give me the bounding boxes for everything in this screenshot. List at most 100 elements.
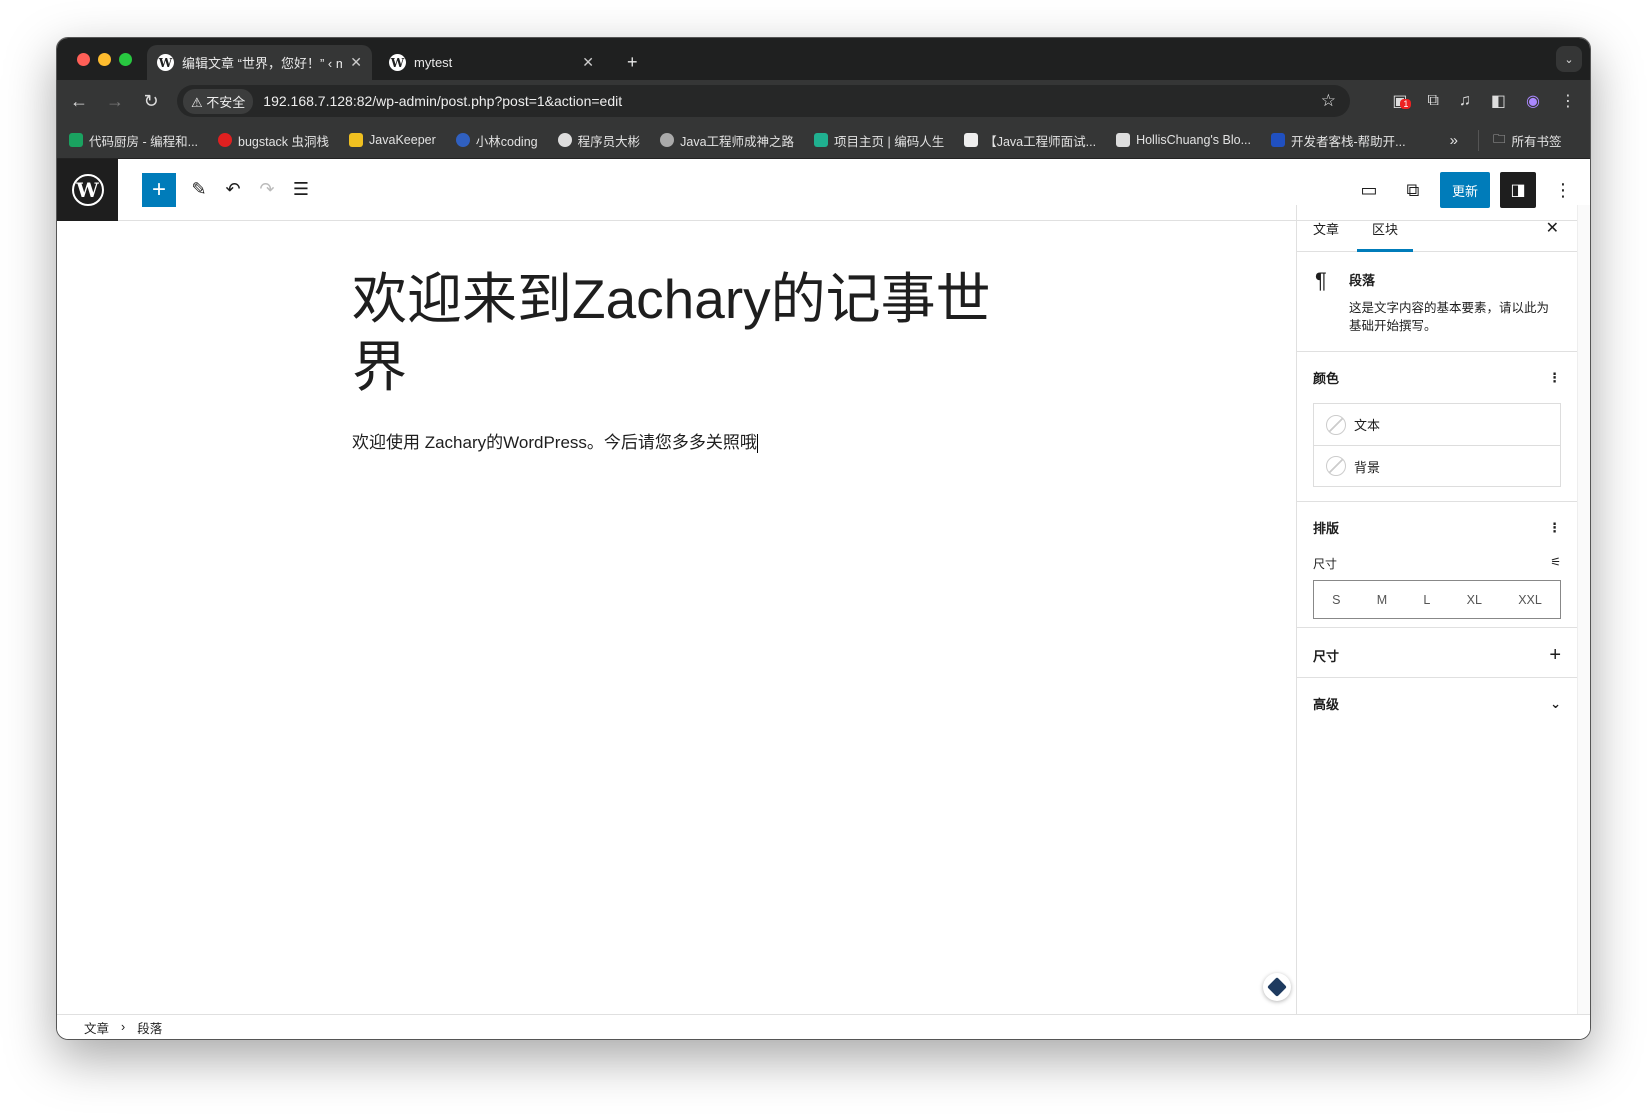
bookmarks-bar: 代码厨房 - 编程和... bugstack 虫洞栈 JavaKeeper 小林…: [57, 122, 1590, 159]
sidebar-scrollbar[interactable]: [1577, 205, 1590, 1039]
typography-panel: 排版 ⋮ 尺寸 ⚟ S M L XL XXL: [1297, 502, 1577, 628]
bookmark-favicon-icon: [1116, 133, 1131, 147]
bookmark-item[interactable]: 小林coding: [455, 131, 538, 150]
background-color-item[interactable]: 背景: [1314, 445, 1560, 486]
settings-sidebar-toggle[interactable]: ◨: [1500, 172, 1536, 208]
font-size-label: 尺寸: [1313, 557, 1338, 571]
minimize-window-button[interactable]: [98, 53, 111, 66]
tab-title: mytest: [414, 55, 453, 70]
address-bar[interactable]: ⚠ 不安全 192.168.7.128:82/wp-admin/post.php…: [177, 85, 1350, 117]
tab-post[interactable]: 文章: [1313, 205, 1339, 252]
tab-mytest[interactable]: W mytest ✕: [379, 45, 604, 80]
add-block-button[interactable]: +: [142, 172, 176, 207]
tab-search-chevron-icon[interactable]: ⌄: [1556, 46, 1582, 72]
advanced-panel[interactable]: 高级 ⌄: [1297, 678, 1577, 728]
back-icon[interactable]: ←: [61, 91, 97, 112]
bookmark-item[interactable]: Java工程师成神之路: [660, 131, 794, 150]
bookmark-favicon-icon: [660, 133, 675, 147]
bookmark-item[interactable]: HollisChuang's Blo...: [1116, 133, 1251, 147]
tab-title: 编辑文章 “世界，您好！” ‹ my: [182, 56, 342, 71]
color-panel: 颜色 ⋮ 文本 背景: [1297, 352, 1577, 502]
size-option-m[interactable]: M: [1377, 593, 1387, 607]
chevron-down-icon[interactable]: ⌄: [1550, 696, 1561, 712]
bookmark-star-icon[interactable]: ☆: [1321, 91, 1336, 111]
breadcrumb-post[interactable]: 文章: [84, 1018, 109, 1037]
bookmark-label: 代码厨房 - 编程和...: [89, 134, 199, 149]
typography-heading: 排版: [1313, 521, 1340, 536]
size-option-xl[interactable]: XL: [1467, 593, 1482, 607]
tab-edit-post[interactable]: W 编辑文章 “世界，您好！” ‹ my ✕: [147, 45, 372, 80]
profile-avatar[interactable]: ◉: [1526, 91, 1540, 111]
maximize-window-button[interactable]: [119, 53, 132, 66]
security-indicator[interactable]: ⚠ 不安全: [183, 88, 254, 114]
reload-icon[interactable]: ↻: [133, 91, 169, 112]
all-bookmarks-button[interactable]: 🗀 所有书签: [1477, 129, 1561, 151]
bookmark-favicon-icon: [557, 133, 572, 147]
advanced-heading: 高级: [1313, 697, 1340, 712]
paragraph-block[interactable]: 欢迎使用 Zachary的WordPress。今后请您多多关照哦: [352, 428, 758, 454]
view-post-external-icon[interactable]: ⧉: [1396, 173, 1430, 207]
redo-icon[interactable]: ↷: [250, 173, 284, 207]
color-options-icon[interactable]: ⋮: [1548, 370, 1561, 386]
typography-options-icon[interactable]: ⋮: [1548, 520, 1561, 536]
bookmark-item[interactable]: bugstack 虫洞栈: [218, 131, 329, 150]
more-bookmarks-button[interactable]: »: [1450, 132, 1458, 149]
extensions-puzzle-icon[interactable]: ⧉: [1427, 92, 1438, 110]
browser-menu-icon[interactable]: ⋮: [1560, 91, 1576, 111]
color-item-label: 背景: [1354, 459, 1381, 475]
text-color-item[interactable]: 文本: [1314, 404, 1560, 445]
close-tab-icon[interactable]: ✕: [582, 54, 594, 71]
forward-icon[interactable]: →: [97, 91, 133, 112]
paragraph-icon: ¶: [1315, 268, 1327, 293]
tools-pencil-icon[interactable]: ✎: [182, 173, 216, 207]
bookmark-item[interactable]: 程序员大彬: [557, 131, 640, 150]
paragraph-text: 欢迎使用 Zachary的WordPress。今后请您多多关照哦: [352, 433, 757, 452]
window-controls: [77, 53, 132, 66]
wordpress-icon: W: [389, 54, 406, 71]
custom-size-sliders-icon[interactable]: ⚟: [1550, 555, 1561, 572]
chevron-right-icon: ›: [121, 1020, 126, 1034]
color-swatch-icon: [1326, 414, 1346, 435]
color-swatch-icon: [1326, 456, 1346, 476]
dimensions-panel[interactable]: 尺寸 +: [1297, 628, 1577, 678]
color-heading: 颜色: [1313, 371, 1340, 386]
sidebar-tabs: 文章 区块 ✕: [1297, 205, 1577, 252]
browser-toolbar: ← → ↻ ⚠ 不安全 192.168.7.128:82/wp-admin/po…: [57, 80, 1590, 122]
color-list: 文本 背景: [1313, 403, 1561, 487]
breadcrumb-paragraph[interactable]: 段落: [137, 1018, 162, 1037]
block-description: 这是文字内容的基本要素，请以此为基础开始撰写。: [1349, 301, 1550, 333]
close-sidebar-icon[interactable]: ✕: [1546, 218, 1559, 238]
preview-device-icon[interactable]: ▭: [1352, 173, 1386, 207]
update-button[interactable]: 更新: [1439, 172, 1490, 208]
close-window-button[interactable]: [77, 53, 90, 66]
bookmark-item[interactable]: 项目主页 | 编码人生: [814, 131, 944, 150]
tab-block[interactable]: 区块: [1357, 205, 1414, 252]
size-option-l[interactable]: L: [1423, 593, 1430, 607]
bookmark-favicon-icon: [964, 133, 979, 147]
bookmark-item[interactable]: JavaKeeper: [349, 133, 436, 147]
document-overview-icon[interactable]: ☰: [284, 173, 318, 207]
options-menu-icon[interactable]: ⋮: [1546, 173, 1580, 207]
extension-icon[interactable]: ▣1: [1392, 91, 1412, 111]
new-tab-button[interactable]: +: [617, 45, 648, 80]
bookmark-favicon-icon: [69, 133, 83, 147]
bookmark-label: 小林coding: [475, 134, 538, 149]
size-option-xxl[interactable]: XXL: [1518, 593, 1542, 607]
side-panel-icon[interactable]: ◧: [1491, 91, 1506, 111]
bookmark-item[interactable]: 【Java工程师面试...: [964, 131, 1096, 150]
post-title[interactable]: 欢迎来到Zachary的记事世界: [352, 265, 992, 401]
plus-icon[interactable]: +: [1549, 644, 1561, 667]
url-text[interactable]: 192.168.7.128:82/wp-admin/post.php?post=…: [263, 93, 622, 109]
close-tab-icon[interactable]: ✕: [350, 54, 362, 71]
size-option-s[interactable]: S: [1332, 593, 1340, 607]
bookmark-item[interactable]: 代码厨房 - 编程和...: [69, 131, 198, 150]
assistant-floating-icon[interactable]: [1263, 973, 1291, 1001]
bookmark-label: HollisChuang's Blo...: [1136, 133, 1252, 147]
media-control-icon[interactable]: ♫: [1459, 92, 1471, 110]
dimensions-heading: 尺寸: [1313, 649, 1340, 664]
bookmark-label: 项目主页 | 编码人生: [834, 134, 945, 149]
text-caret: [756, 434, 758, 454]
undo-icon[interactable]: ↶: [216, 173, 250, 207]
bookmark-item[interactable]: 开发者客栈-帮助开...: [1271, 131, 1406, 150]
bookmark-favicon-icon: [218, 133, 233, 147]
